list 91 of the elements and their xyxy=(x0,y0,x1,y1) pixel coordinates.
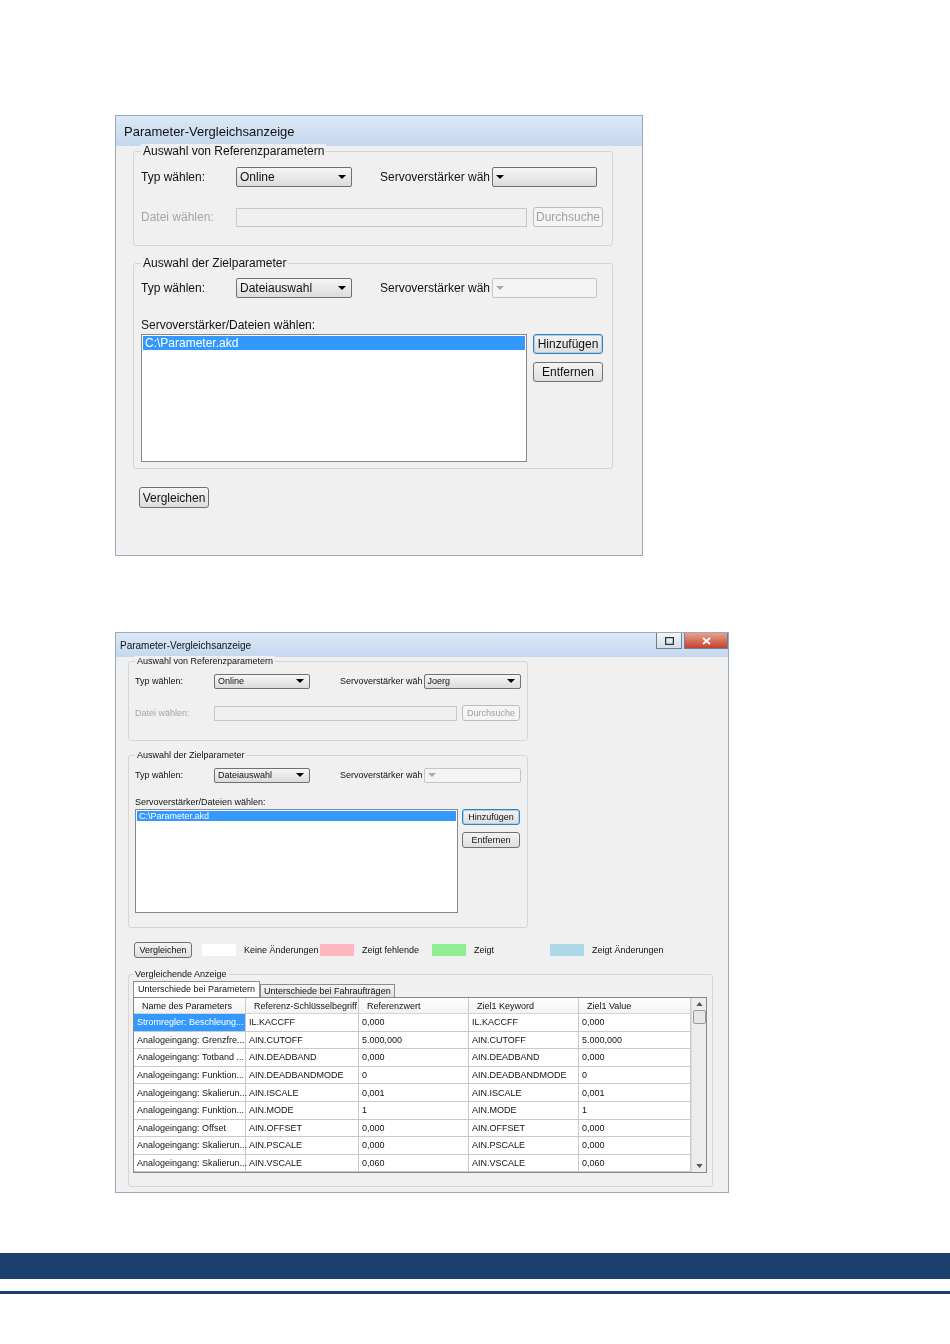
caret-icon xyxy=(338,175,346,179)
table-cell: 0 xyxy=(359,1066,469,1085)
field-label: Datei wählen: xyxy=(141,210,215,224)
table-cell: Analogeingang: Skalierun... xyxy=(134,1137,246,1155)
table-cell: Analogeingang: Funktion... xyxy=(134,1101,246,1120)
field-label: Servoverstärker wäh xyxy=(340,676,423,686)
table-cell: AIN.ISCALE xyxy=(246,1084,359,1102)
table-cell: Analogeingang: Totband ... xyxy=(134,1049,246,1067)
legend-label: Keine Änderungen xyxy=(244,945,319,955)
dropdown[interactable]: Dateiauswahl xyxy=(214,767,310,783)
table-cell: Analogeingang: Skalierun... xyxy=(134,1154,246,1172)
table-cell: AIN.DEADBANDMODE xyxy=(469,1066,579,1085)
table-cell: Analogeingang: Grenzfre... xyxy=(134,1031,246,1050)
scrollbar[interactable] xyxy=(691,998,706,1172)
group-label: Auswahl von Referenzparametern xyxy=(141,144,327,158)
table-cell: 0,000 xyxy=(359,1049,469,1067)
table-cell: 1 xyxy=(359,1101,469,1120)
table-cell: AIN.OFFSET xyxy=(469,1119,579,1138)
field-label: Servoverstärker wäh xyxy=(380,170,491,184)
table-cell: Analogeingang: Funktion... xyxy=(134,1066,246,1085)
list-label: Servoverstärker/Dateien wählen: xyxy=(141,318,317,332)
field-label: Typ wählen: xyxy=(141,170,207,184)
legend-label: Zeigt fehlende xyxy=(362,945,420,955)
table-cell: 5.000,000 xyxy=(359,1031,469,1050)
group-label: Auswahl der Zielparameter xyxy=(135,750,247,760)
group-label: Auswahl von Referenzparametern xyxy=(135,656,276,666)
table-cell: AIN.MODE xyxy=(246,1101,359,1120)
scroll-thumb[interactable] xyxy=(692,1010,706,1024)
table-cell: IL.KACCFF xyxy=(469,1014,579,1032)
window-title: Parameter-Vergleichsanzeige xyxy=(124,123,295,139)
close-icon xyxy=(701,636,711,645)
table-cell: AIN.ISCALE xyxy=(469,1084,579,1102)
tab[interactable]: Unterschiede bei Fahraufträgen xyxy=(260,984,395,997)
dropdown[interactable]: Online xyxy=(236,167,352,187)
field-label: Servoverstärker wäh xyxy=(340,770,423,780)
table-cell: AIN.CUTOFF xyxy=(469,1031,579,1050)
caret-icon xyxy=(296,679,304,683)
table-cell: AIN.VSCALE xyxy=(246,1154,359,1172)
table-cell: AIN.VSCALE xyxy=(469,1154,579,1172)
window-title: Parameter-Vergleichsanzeige xyxy=(120,639,252,651)
table-cell: AIN.MODE xyxy=(469,1101,579,1120)
group-label: Auswahl der Zielparameter xyxy=(141,256,289,270)
legend-label: Zeigt Änderungen xyxy=(592,945,664,955)
caret-icon xyxy=(506,679,515,683)
table-cell: 0,001 xyxy=(359,1084,469,1102)
up-arrow-icon xyxy=(695,1002,703,1006)
add-button[interactable]: Hinzufügen xyxy=(533,334,603,354)
close-button[interactable] xyxy=(684,633,728,649)
field-label: Servoverstärker wäh xyxy=(380,281,491,295)
table-cell: 0,000 xyxy=(359,1137,469,1155)
field-label: Typ wählen: xyxy=(141,281,207,295)
table-cell: 0,060 xyxy=(359,1154,469,1172)
remove-button[interactable]: Entfernen xyxy=(462,832,520,848)
dropdown[interactable] xyxy=(492,167,598,187)
compare-button[interactable]: Vergleichen xyxy=(134,942,192,958)
caret-icon xyxy=(338,286,346,290)
table-cell: Analogeingang: Offset xyxy=(134,1119,246,1138)
table-cell: AIN.DEADBAND xyxy=(246,1049,359,1067)
maximize-button[interactable] xyxy=(656,633,682,649)
table-cell: AIN.OFFSET xyxy=(246,1119,359,1138)
table-cell: Stromregler: Beschleung... xyxy=(134,1014,246,1032)
table-cell: 0,000 xyxy=(359,1014,469,1032)
column-header[interactable]: Referenz-Schlüsselbegriff xyxy=(246,998,359,1014)
table-cell: AIN.DEADBAND xyxy=(469,1049,579,1067)
tab[interactable]: Unterschiede bei Parametern xyxy=(133,981,261,997)
table-cell: AIN.PSCALE xyxy=(246,1137,359,1155)
list-label: Servoverstärker/Dateien wählen: xyxy=(135,797,267,807)
caret-icon xyxy=(427,773,436,777)
caret-icon xyxy=(496,175,505,179)
caret-icon xyxy=(496,286,505,290)
table-cell: IL.KACCFF xyxy=(246,1014,359,1032)
compare-button[interactable]: Vergleichen xyxy=(139,487,209,508)
field-label: Typ wählen: xyxy=(135,770,185,780)
table-cell: AIN.DEADBANDMODE xyxy=(246,1066,359,1085)
remove-button[interactable]: Entfernen xyxy=(533,362,603,382)
column-header[interactable]: Referenzwert xyxy=(359,998,469,1014)
legend-label: Zeigt xyxy=(474,945,494,955)
down-arrow-icon xyxy=(695,1164,703,1168)
table-cell: AIN.PSCALE xyxy=(469,1137,579,1155)
dropdown[interactable]: Joerg xyxy=(423,673,521,689)
table-cell: Analogeingang: Skalierun... xyxy=(134,1084,246,1102)
table-cell: AIN.CUTOFF xyxy=(246,1031,359,1050)
field-label: Typ wählen: xyxy=(135,676,185,686)
caret-icon xyxy=(296,773,304,777)
dropdown[interactable]: Dateiauswahl xyxy=(236,278,352,298)
add-button[interactable]: Hinzufügen xyxy=(462,809,520,825)
table-cell: 0,000 xyxy=(359,1119,469,1138)
column-header[interactable]: Ziel1 Keyword xyxy=(469,998,579,1014)
group-label: Vergleichende Anzeige xyxy=(133,969,229,979)
field-label: Datei wählen: xyxy=(135,708,191,718)
dropdown[interactable]: Online xyxy=(214,673,310,689)
